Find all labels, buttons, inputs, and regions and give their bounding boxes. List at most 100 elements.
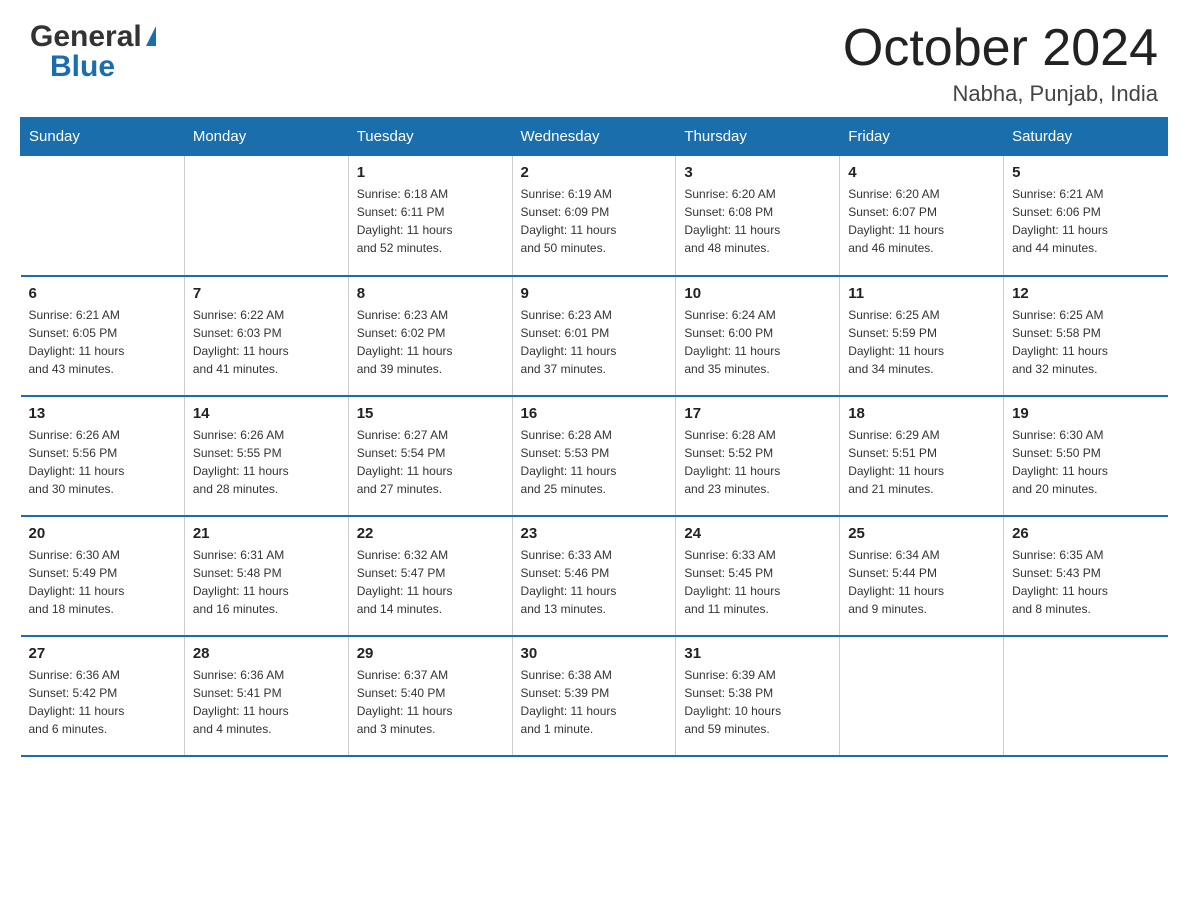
day-cell: 12Sunrise: 6:25 AMSunset: 5:58 PMDayligh… — [1004, 276, 1168, 396]
day-cell: 9 Sunrise: 6:23 AMSunset: 6:01 PMDaylight… — [512, 276, 676, 396]
day-number: 2 — [521, 164, 668, 181]
day-number: 4 — [848, 164, 995, 181]
day-info: Sunrise: 6:38 AMSunset: 5:39 PMDaylight:… — [521, 666, 668, 738]
title-section: October 2024 Nabha, Punjab, India — [843, 20, 1158, 107]
day-cell: 21Sunrise: 6:31 AMSunset: 5:48 PMDayligh… — [184, 516, 348, 636]
day-info: Sunrise: 6:33 AMSunset: 5:45 PMDaylight:… — [684, 546, 831, 618]
page-container: General Blue October 2024 Nabha, Punjab,… — [0, 0, 1188, 777]
day-cell: 19Sunrise: 6:30 AMSunset: 5:50 PMDayligh… — [1004, 396, 1168, 516]
day-number: 26 — [1012, 525, 1159, 542]
day-info: Sunrise: 6:30 AMSunset: 5:49 PMDaylight:… — [29, 546, 176, 618]
day-cell: 2Sunrise: 6:19 AMSunset: 6:09 PMDaylight… — [512, 156, 676, 276]
day-cell: 17 Sunrise: 6:28 AMSunset: 5:52 PMDayligh… — [676, 396, 840, 516]
day-number: 29 — [357, 645, 504, 662]
header-row: Sunday Monday Tuesday Wednesday Thursday… — [21, 118, 1168, 156]
day-cell — [840, 636, 1004, 756]
day-info: Sunrise: 6:28 AMSunset: 5:53 PMDaylight:… — [521, 426, 668, 498]
col-monday: Monday — [184, 118, 348, 156]
calendar-body: 1Sunrise: 6:18 AMSunset: 6:11 PMDaylight… — [21, 156, 1168, 756]
day-info: Sunrise: 6:39 AMSunset: 5:38 PMDaylight:… — [684, 666, 831, 738]
day-cell: 26Sunrise: 6:35 AMSunset: 5:43 PMDayligh… — [1004, 516, 1168, 636]
logo: General Blue — [30, 20, 156, 84]
day-info: Sunrise: 6:36 AMSunset: 5:41 PMDaylight:… — [193, 666, 340, 738]
calendar-wrapper: Sunday Monday Tuesday Wednesday Thursday… — [0, 117, 1188, 777]
day-info: Sunrise: 6:20 AMSunset: 6:08 PMDaylight:… — [684, 185, 831, 257]
calendar-header: Sunday Monday Tuesday Wednesday Thursday… — [21, 118, 1168, 156]
logo-triangle-icon — [146, 26, 156, 46]
day-number: 23 — [521, 525, 668, 542]
logo-general-text: General — [30, 20, 142, 54]
col-wednesday: Wednesday — [512, 118, 676, 156]
day-number: 31 — [684, 645, 831, 662]
day-cell: 11 Sunrise: 6:25 AMSunset: 5:59 PMDayligh… — [840, 276, 1004, 396]
day-number: 30 — [521, 645, 668, 662]
day-cell: 28 Sunrise: 6:36 AMSunset: 5:41 PMDayligh… — [184, 636, 348, 756]
day-number: 5 — [1012, 164, 1159, 181]
day-info: Sunrise: 6:34 AMSunset: 5:44 PMDaylight:… — [848, 546, 995, 618]
day-cell: 24 Sunrise: 6:33 AMSunset: 5:45 PMDayligh… — [676, 516, 840, 636]
day-cell: 22Sunrise: 6:32 AMSunset: 5:47 PMDayligh… — [348, 516, 512, 636]
day-cell: 1Sunrise: 6:18 AMSunset: 6:11 PMDaylight… — [348, 156, 512, 276]
day-info: Sunrise: 6:25 AMSunset: 5:59 PMDaylight:… — [848, 306, 995, 378]
day-cell: 16 Sunrise: 6:28 AMSunset: 5:53 PMDayligh… — [512, 396, 676, 516]
day-number: 11 — [848, 285, 995, 302]
day-number: 1 — [357, 164, 504, 181]
day-number: 15 — [357, 405, 504, 422]
day-cell: 8Sunrise: 6:23 AMSunset: 6:02 PMDaylight… — [348, 276, 512, 396]
day-info: Sunrise: 6:25 AMSunset: 5:58 PMDaylight:… — [1012, 306, 1159, 378]
day-number: 6 — [29, 285, 176, 302]
col-friday: Friday — [840, 118, 1004, 156]
day-info: Sunrise: 6:28 AMSunset: 5:52 PMDaylight:… — [684, 426, 831, 498]
col-sunday: Sunday — [21, 118, 185, 156]
day-number: 10 — [684, 285, 831, 302]
day-number: 3 — [684, 164, 831, 181]
day-number: 27 — [29, 645, 176, 662]
day-cell: 29 Sunrise: 6:37 AMSunset: 5:40 PMDayligh… — [348, 636, 512, 756]
header: General Blue October 2024 Nabha, Punjab,… — [0, 0, 1188, 117]
day-info: Sunrise: 6:33 AMSunset: 5:46 PMDaylight:… — [521, 546, 668, 618]
day-number: 24 — [684, 525, 831, 542]
day-number: 17 — [684, 405, 831, 422]
day-info: Sunrise: 6:22 AMSunset: 6:03 PMDaylight:… — [193, 306, 340, 378]
location: Nabha, Punjab, India — [843, 81, 1158, 107]
day-info: Sunrise: 6:37 AMSunset: 5:40 PMDaylight:… — [357, 666, 504, 738]
week-row-3: 20 Sunrise: 6:30 AMSunset: 5:49 PMDayligh… — [21, 516, 1168, 636]
day-number: 18 — [848, 405, 995, 422]
day-number: 16 — [521, 405, 668, 422]
day-number: 8 — [357, 285, 504, 302]
day-info: Sunrise: 6:30 AMSunset: 5:50 PMDaylight:… — [1012, 426, 1159, 498]
day-info: Sunrise: 6:23 AMSunset: 6:01 PMDaylight:… — [521, 306, 668, 378]
day-number: 28 — [193, 645, 340, 662]
day-number: 25 — [848, 525, 995, 542]
day-info: Sunrise: 6:20 AMSunset: 6:07 PMDaylight:… — [848, 185, 995, 257]
day-info: Sunrise: 6:36 AMSunset: 5:42 PMDaylight:… — [29, 666, 176, 738]
col-tuesday: Tuesday — [348, 118, 512, 156]
day-info: Sunrise: 6:21 AMSunset: 6:06 PMDaylight:… — [1012, 185, 1159, 257]
day-cell — [184, 156, 348, 276]
day-number: 9 — [521, 285, 668, 302]
day-number: 13 — [29, 405, 176, 422]
day-number: 14 — [193, 405, 340, 422]
logo-blue-text: Blue — [50, 50, 115, 83]
day-cell: 31 Sunrise: 6:39 AMSunset: 5:38 PMDayligh… — [676, 636, 840, 756]
day-cell: 20 Sunrise: 6:30 AMSunset: 5:49 PMDayligh… — [21, 516, 185, 636]
logo-blue-row: Blue — [50, 50, 115, 84]
day-cell: 5 Sunrise: 6:21 AMSunset: 6:06 PMDaylight… — [1004, 156, 1168, 276]
col-thursday: Thursday — [676, 118, 840, 156]
day-cell — [21, 156, 185, 276]
day-info: Sunrise: 6:24 AMSunset: 6:00 PMDaylight:… — [684, 306, 831, 378]
week-row-0: 1Sunrise: 6:18 AMSunset: 6:11 PMDaylight… — [21, 156, 1168, 276]
day-cell: 6Sunrise: 6:21 AMSunset: 6:05 PMDaylight… — [21, 276, 185, 396]
logo-row: General — [30, 20, 156, 54]
day-cell: 23 Sunrise: 6:33 AMSunset: 5:46 PMDayligh… — [512, 516, 676, 636]
day-cell: 4 Sunrise: 6:20 AMSunset: 6:07 PMDaylight… — [840, 156, 1004, 276]
day-cell: 27 Sunrise: 6:36 AMSunset: 5:42 PMDayligh… — [21, 636, 185, 756]
day-number: 22 — [357, 525, 504, 542]
week-row-2: 13Sunrise: 6:26 AMSunset: 5:56 PMDayligh… — [21, 396, 1168, 516]
day-cell: 13Sunrise: 6:26 AMSunset: 5:56 PMDayligh… — [21, 396, 185, 516]
day-cell: 10 Sunrise: 6:24 AMSunset: 6:00 PMDayligh… — [676, 276, 840, 396]
day-number: 20 — [29, 525, 176, 542]
week-row-4: 27 Sunrise: 6:36 AMSunset: 5:42 PMDayligh… — [21, 636, 1168, 756]
day-cell: 7Sunrise: 6:22 AMSunset: 6:03 PMDaylight… — [184, 276, 348, 396]
day-info: Sunrise: 6:31 AMSunset: 5:48 PMDaylight:… — [193, 546, 340, 618]
